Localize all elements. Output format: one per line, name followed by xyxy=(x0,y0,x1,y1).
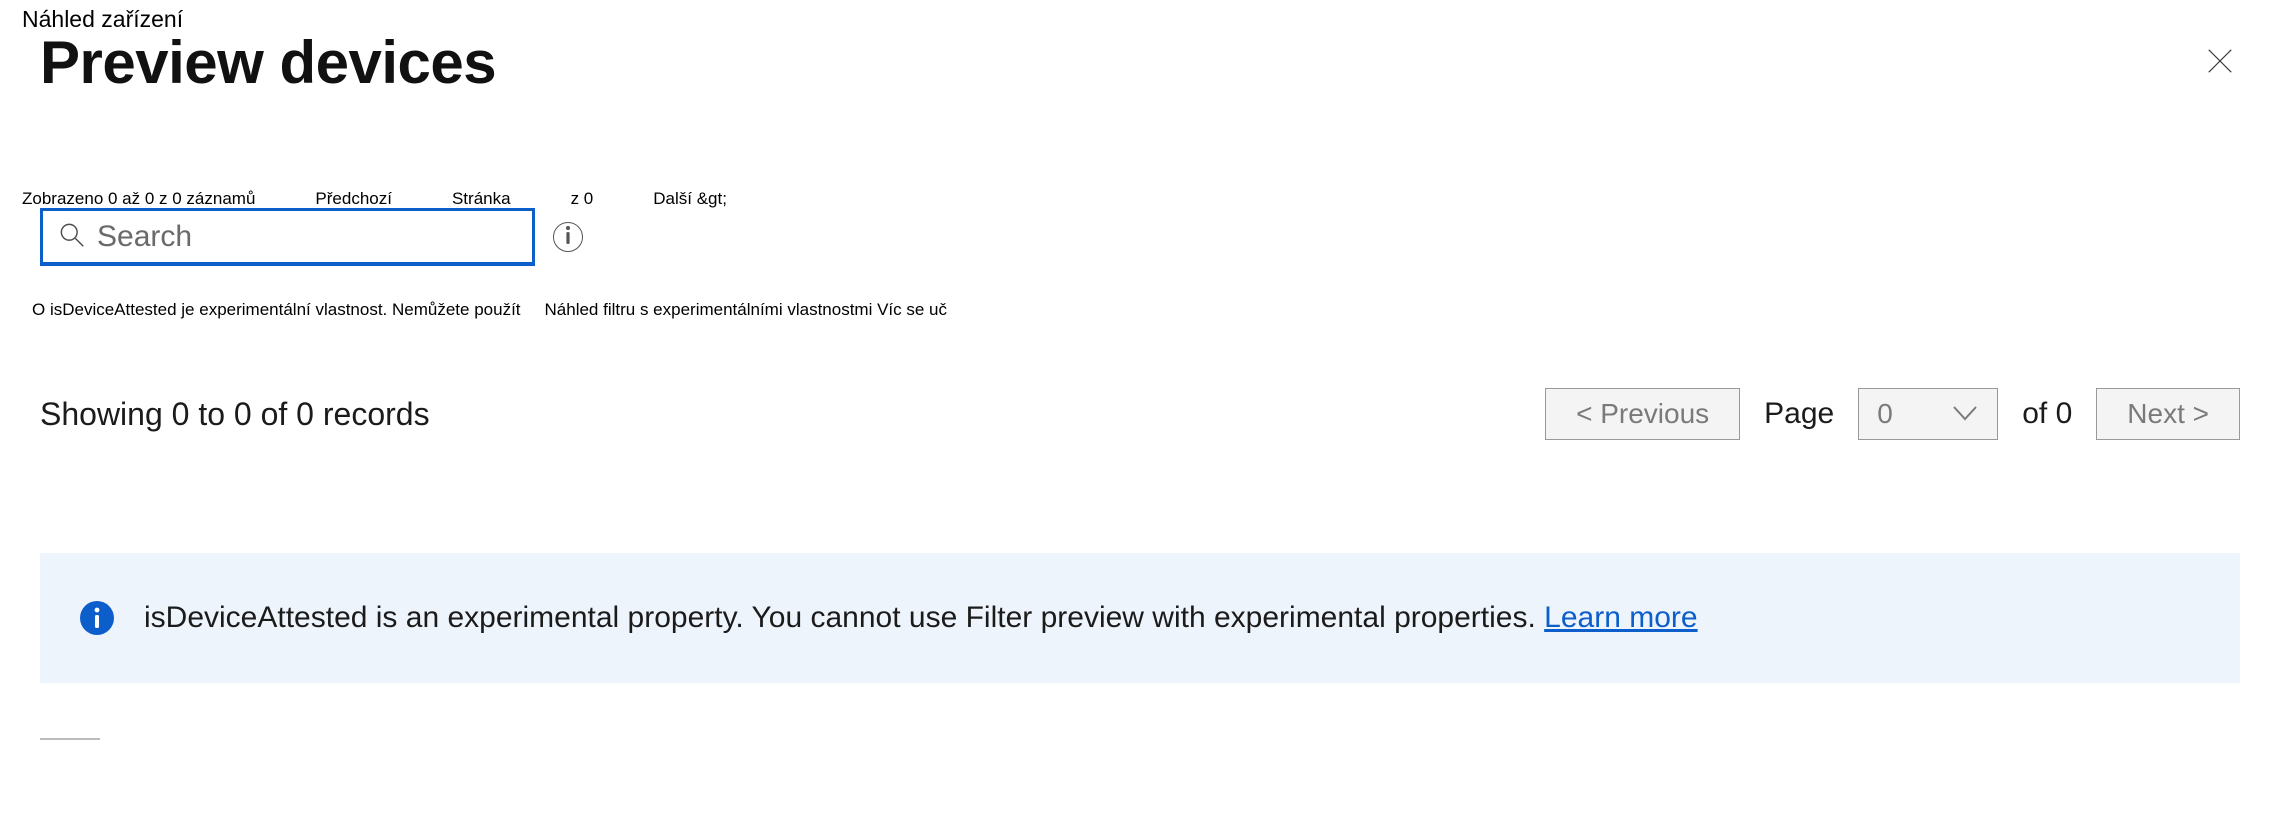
overlay-counts: Zobrazeno 0 až 0 z 0 záznamů xyxy=(22,189,255,209)
learn-more-link[interactable]: Learn more xyxy=(1544,601,1697,634)
info-banner-icon xyxy=(80,601,114,635)
search-box[interactable] xyxy=(40,208,535,266)
results-count: Showing 0 to 0 of 0 records xyxy=(40,396,430,433)
info-banner-text: isDeviceAttested is an experimental prop… xyxy=(144,598,1698,639)
next-button[interactable]: Next > xyxy=(2096,388,2240,440)
page-select-value: 0 xyxy=(1877,398,1893,430)
info-icon xyxy=(564,226,572,249)
results-row: Showing 0 to 0 of 0 records < Previous P… xyxy=(40,388,2240,440)
chevron-down-icon xyxy=(1951,398,1979,430)
overlay-of-label: z 0 xyxy=(571,189,594,209)
search-icon xyxy=(57,220,85,253)
overlay-page-label: Stránka xyxy=(452,189,511,209)
page-of-label: of 0 xyxy=(2022,397,2072,431)
overlay-toolbar: Zobrazeno 0 až 0 z 0 záznamů Předchozí S… xyxy=(22,189,2240,209)
overlay-title: Náhled zařízení xyxy=(22,6,183,33)
overlay-prev-label: Předchozí xyxy=(315,189,392,209)
previous-button[interactable]: < Previous xyxy=(1545,388,1740,440)
overlay-warn-2: Náhled filtru s experimentálními vlastno… xyxy=(545,300,948,320)
page-title: Preview devices xyxy=(40,33,496,93)
page-label: Page xyxy=(1764,397,1834,431)
info-banner: isDeviceAttested is an experimental prop… xyxy=(40,553,2240,683)
page-select[interactable]: 0 xyxy=(1858,388,1998,440)
overlay-next-label: Další &gt; xyxy=(653,189,727,209)
overlay-warn-1: O isDeviceAttested je experimentální vla… xyxy=(32,300,521,320)
divider xyxy=(40,738,100,740)
info-banner-message: isDeviceAttested is an experimental prop… xyxy=(144,601,1544,634)
close-icon xyxy=(2205,46,2235,81)
search-row xyxy=(40,208,583,266)
search-input[interactable] xyxy=(97,220,518,254)
overlay-info: O isDeviceAttested je experimentální vla… xyxy=(32,300,947,320)
close-button[interactable] xyxy=(2200,43,2240,83)
search-help-button[interactable] xyxy=(553,222,583,252)
pane-header: Preview devices xyxy=(40,18,2240,108)
pagination: < Previous Page 0 of 0 Next > xyxy=(1545,388,2240,440)
